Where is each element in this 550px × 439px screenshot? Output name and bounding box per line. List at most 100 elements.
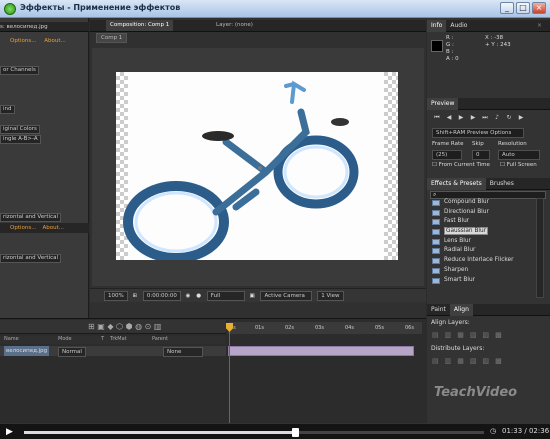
tab-preview[interactable]: Preview (427, 98, 459, 110)
direction-select-2[interactable]: rizontal and Vertical (0, 254, 62, 263)
effect-controls-panel (0, 18, 89, 318)
list-item[interactable]: Compound Blur (429, 198, 533, 208)
layer-parent-select[interactable]: None (163, 347, 203, 357)
effect-icon (432, 229, 440, 236)
math-select[interactable]: ingle A-B>-A (0, 135, 41, 144)
layer-name-label: s: велосипед.jpg (0, 24, 48, 30)
timecode-field[interactable]: 0:00:00:00 (142, 291, 181, 301)
frame-rate-select[interactable]: (25) (432, 150, 462, 160)
resolution-select-preview[interactable]: Auto (498, 150, 540, 160)
comp-canvas[interactable] (116, 72, 398, 263)
layer-mode-select[interactable]: Normal (58, 347, 86, 357)
about-link-2[interactable]: About... (42, 225, 64, 231)
ram-preview-select[interactable]: Shift+RAM Preview Options (432, 128, 524, 138)
skip-select[interactable]: 0 (472, 150, 490, 160)
list-item[interactable]: Fast Blur (429, 217, 533, 227)
list-item[interactable]: Radial Blur (429, 246, 533, 256)
play-icon[interactable]: ▶ (456, 113, 466, 122)
timeline-toolbar: ⊞ ▣ ◆ ⬡ ⬢ ◍ ⊙ ▥ (0, 320, 226, 334)
direction-select-1[interactable]: rizontal and Vertical (0, 213, 62, 222)
region-icon[interactable]: ▣ (250, 293, 255, 299)
progress-knob[interactable] (292, 428, 300, 437)
tab-effects-presets[interactable]: Effects & Presets (427, 178, 486, 190)
list-item[interactable]: Directional Blur (429, 208, 533, 218)
comp-subtab[interactable]: Comp 1 (96, 33, 128, 43)
audio-icon[interactable]: ♪ (492, 113, 502, 122)
zoom-select[interactable]: 100% (104, 291, 128, 301)
list-item[interactable]: Reduce Interlace Flicker (429, 256, 533, 266)
effect-icon (432, 209, 440, 216)
clock-icon: ◷ (490, 427, 497, 435)
progress-fill (24, 431, 296, 434)
layer-name[interactable]: велосипед.jpg (4, 346, 50, 356)
layer-duration-bar[interactable] (228, 346, 414, 356)
camera-select[interactable]: Active Camera (260, 291, 313, 301)
panel-menu-icon[interactable]: × (533, 20, 546, 32)
list-item-selected[interactable]: Gaussian Blur (429, 227, 533, 237)
info-r: R : (446, 35, 454, 41)
loop-icon[interactable]: ↻ (504, 113, 514, 122)
effect-label: Smart Blur (444, 276, 476, 283)
window-titlebar: Эффекты - Применение эффектов _ □ × (0, 0, 550, 18)
ram-preview-icon[interactable]: ▶ (516, 113, 526, 122)
list-item[interactable]: Lens Blur (429, 237, 533, 247)
camera-snapshot-icon[interactable]: ◉ (186, 293, 191, 299)
close-button[interactable]: × (532, 2, 546, 14)
play-button-icon[interactable]: ▶ (6, 427, 16, 437)
align-layers-label: Align Layers: (431, 319, 470, 326)
align-panel-tabs: Paint Align (427, 304, 550, 316)
effect-label: Gaussian Blur (444, 227, 489, 236)
tab-paint[interactable]: Paint (427, 304, 450, 316)
list-item[interactable]: Smart Blur (429, 276, 533, 286)
effect-links-row: Options... About... (0, 36, 89, 46)
full-screen-label: Full Screen (506, 162, 537, 168)
col-name: Name (4, 336, 19, 342)
effect-label: Reduce Interlace Flicker (444, 257, 514, 264)
tab-layer[interactable]: Layer: (none) (212, 20, 257, 31)
about-link[interactable]: About... (44, 38, 66, 44)
effect-icon (432, 248, 440, 255)
tab-brushes[interactable]: Brushes (486, 178, 518, 190)
from-current-checkbox[interactable]: ☐ From Current Time (432, 162, 490, 168)
resolution-label: Resolution (498, 141, 527, 147)
preview-controls: ⏮ ◀ ▶ ▶ ⏭ ♪ ↻ ▶ (432, 113, 548, 122)
grid-icon[interactable]: ⊞ (132, 293, 137, 299)
table-row[interactable]: велосипед.jpg Normal None (0, 346, 226, 357)
skip-label: Skip (472, 141, 484, 147)
ruler-tick: 03s (315, 325, 324, 331)
colors-select[interactable]: iginal Colors (0, 125, 40, 134)
effect-label: Sharpen (444, 266, 469, 273)
tab-composition[interactable]: Composition: Comp 1 (106, 20, 174, 31)
distribute-buttons[interactable]: ▤▥▦▧▨▩ (432, 357, 508, 365)
info-xy: X : -38 + Y : 243 (485, 35, 511, 49)
prev-frame-icon[interactable]: ◀ (444, 113, 454, 122)
first-frame-icon[interactable]: ⏮ (432, 113, 442, 122)
tab-info[interactable]: Info (427, 20, 447, 32)
options-link[interactable]: Options... (10, 38, 36, 44)
timeline-tools-icons[interactable]: ⊞ ▣ ◆ ⬡ ⬢ ◍ ⊙ ▥ (88, 322, 161, 331)
maximize-button[interactable]: □ (516, 2, 530, 14)
effect-icon (432, 267, 440, 274)
app-logo-icon (4, 3, 16, 15)
blend-select[interactable]: ind (0, 105, 15, 114)
last-frame-icon[interactable]: ⏭ (480, 113, 490, 122)
channels-select[interactable]: or Channels (0, 66, 39, 75)
effects-panel-tabs: Effects & Presets Brushes (427, 178, 550, 190)
col-parent: Parent (152, 336, 169, 342)
next-frame-icon[interactable]: ▶ (468, 113, 478, 122)
resolution-select[interactable]: Full (206, 291, 245, 301)
current-time-indicator[interactable] (229, 323, 230, 430)
tab-align[interactable]: Align (449, 304, 473, 316)
effects-scrollbar[interactable] (536, 198, 544, 298)
view-select[interactable]: 1 View (317, 291, 344, 301)
list-item[interactable]: Sharpen (429, 266, 533, 276)
tab-audio[interactable]: Audio (446, 20, 471, 32)
channel-icon[interactable]: ● (196, 293, 201, 299)
minimize-button[interactable]: _ (500, 2, 514, 14)
align-buttons[interactable]: ▤▥▦▧▨▩ (432, 331, 508, 339)
effects-list: Compound Blur Directional Blur Fast Blur… (429, 198, 533, 298)
full-screen-checkbox[interactable]: ☐ Full Screen (500, 162, 537, 168)
options-link-2[interactable]: Options... (10, 225, 36, 231)
effect-label: Directional Blur (444, 208, 489, 215)
color-swatch (431, 40, 443, 52)
